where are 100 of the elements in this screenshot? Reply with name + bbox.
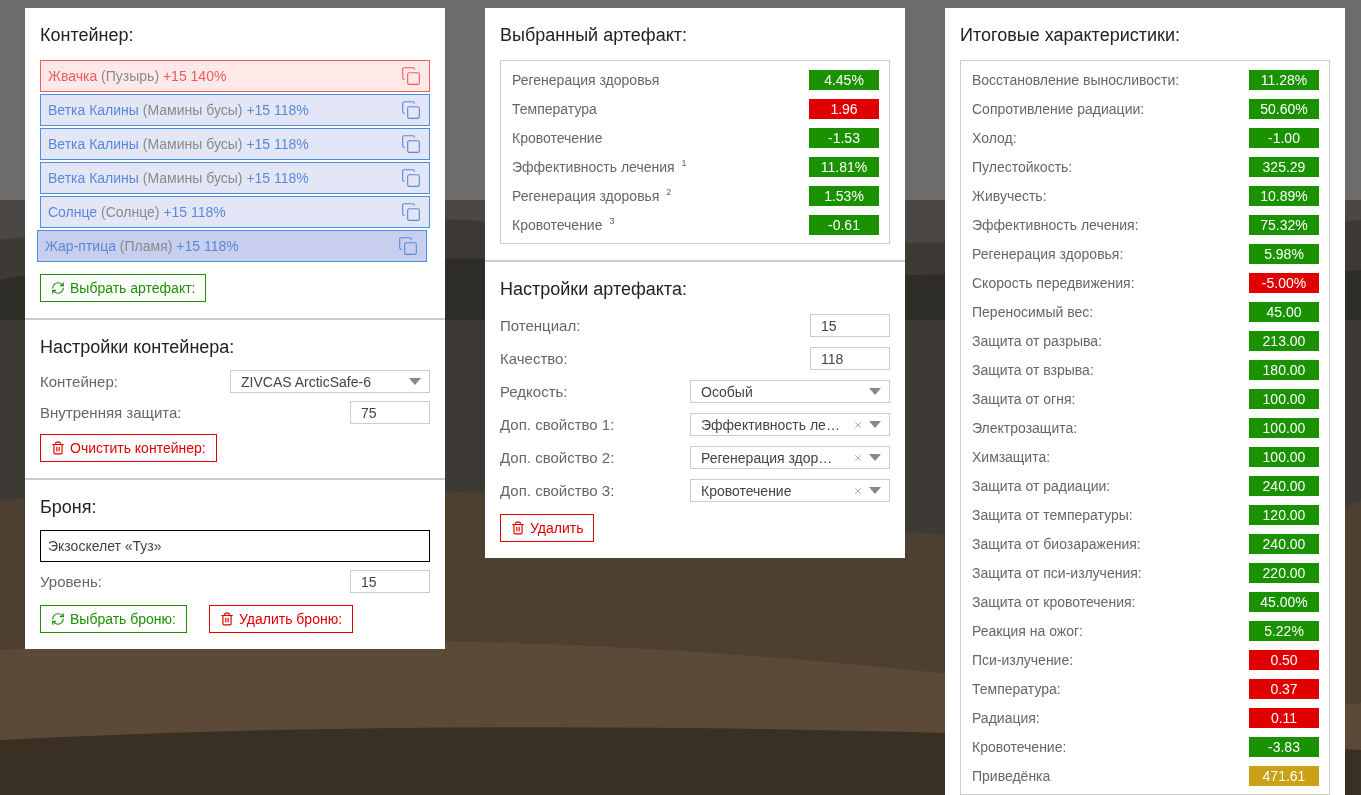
stat-label: Реакция на ожог: [972,622,1083,639]
stat-label: Холод: [972,129,1017,146]
stat-value: 0.50 [1249,649,1319,670]
stat-value: 100.00 [1249,417,1319,438]
artifact-item[interactable]: Ветка Калины (Мамины бусы) +15 118% [40,94,430,126]
stat-value: 75.32% [1249,214,1319,235]
artifact-item[interactable]: Жвачка (Пузырь) +15 140% [40,60,430,92]
stat-label: Скорость передвижения: [972,274,1135,291]
copy-icon[interactable] [398,236,418,256]
copy-icon[interactable] [401,100,421,120]
stat-value: 0.37 [1249,678,1319,699]
copy-icon[interactable] [401,66,421,86]
field-label: Доп. свойство 3: [500,482,615,499]
stat-label: Электрозащита: [972,419,1078,436]
copy-icon[interactable] [401,202,421,222]
number-field[interactable]: 15 [350,570,430,593]
field-label: Потенциал: [500,317,581,334]
stat-label: Защита от кровотечения: [972,593,1136,610]
select-field[interactable]: Кровотечение [690,479,890,502]
field-label: Редкость: [500,383,568,400]
artifact-item[interactable]: Ветка Калины (Мамины бусы) +15 118% [40,128,430,160]
copy-icon[interactable] [401,168,421,188]
number-field[interactable]: 15 [810,314,890,337]
stat-label: Живучесть: [972,187,1047,204]
stat-value: -3.83 [1249,736,1319,757]
stat-label: Регенерация здоровья [512,71,660,88]
stat-label: Кровотечение: [972,738,1067,755]
field-label: Уровень: [40,573,102,590]
artifact-name: Ветка Калины (Мамины бусы) +15 118% [48,102,309,118]
stat-value: 4.45% [809,69,879,90]
number-field[interactable]: 118 [810,347,890,370]
field-label: Контейнер: [40,373,118,390]
stat-label: Регенерация здоровья: [972,245,1124,262]
stat-value: 240.00 [1249,533,1319,554]
stat-label: Температура [512,100,597,117]
delete-armor-button[interactable]: Удалить броню: [209,605,354,633]
stat-label: Кровотечение [512,129,603,146]
stat-value: -0.61 [809,214,879,235]
stat-value: 120.00 [1249,504,1319,525]
caret-icon [409,378,421,385]
section-title: Выбранный артефакт: [500,25,688,46]
stat-label: Пулестойкость: [972,158,1073,175]
stat-label: Эффективность лечения: [972,216,1139,233]
stat-value: 50.60% [1249,98,1319,119]
stat-label: Восстановление выносливости: [972,71,1180,88]
stat-label: Защита от пси-излучения: [972,564,1142,581]
stat-label: Переносимый вес: [972,303,1094,320]
stat-label: Регенерация здоровья $^{2}$ [512,187,672,204]
stat-value: -5.00% [1249,272,1319,293]
stat-label: Химзащита: [972,448,1051,465]
stat-label: Защита от взрыва: [972,361,1094,378]
field-label: Доп. свойство 2: [500,449,615,466]
stat-label: Защита от радиации: [972,477,1111,494]
stat-value: 220.00 [1249,562,1319,583]
caret-icon [869,454,881,461]
stat-value: 0.11 [1249,707,1319,728]
stat-label: Пси-излучение: [972,651,1074,668]
field-label: Качество: [500,350,568,367]
select-armor-button[interactable]: Выбрать броню: [40,605,187,633]
stat-label: Приведёнка [972,767,1051,784]
select-field[interactable]: Регенерация здор… [690,446,890,469]
field-label: Доп. свойство 1: [500,416,615,433]
refresh-icon [51,281,65,295]
stat-value: 5.22% [1249,620,1319,641]
stat-label: Защита от температуры: [972,506,1133,523]
stat-value: 1.53% [809,185,879,206]
clear-container-button[interactable]: Очистить контейнер: [40,434,217,462]
clear-icon[interactable] [853,485,863,496]
artifact-name: Ветка Калины (Мамины бусы) +15 118% [48,136,309,152]
caret-icon [869,487,881,494]
select-artifact-button[interactable]: Выбрать артефакт: [40,274,207,302]
delete-button[interactable]: Удалить [500,514,595,542]
clear-icon[interactable] [853,419,863,430]
stat-value: 1.96 [809,98,879,119]
stat-value: -1.53 [809,127,879,148]
artifact-item[interactable]: Ветка Калины (Мамины бусы) +15 118% [40,162,430,194]
number-field[interactable]: 75 [350,401,430,424]
stat-value: -1.00 [1249,127,1319,148]
section-title: Контейнер: [40,25,135,46]
select-field[interactable]: Особый [690,380,890,403]
section-title: Настройки артефакта: [500,279,688,300]
section-title: Броня: [40,497,98,518]
stat-label: Сопротивление радиации: [972,100,1145,117]
select-field[interactable]: ZIVCAS ArcticSafe-6 [230,370,430,393]
artifact-item[interactable]: Солнце (Солнце) +15 118% [40,196,430,228]
caret-icon [869,388,881,395]
clear-icon[interactable] [853,452,863,463]
copy-icon[interactable] [401,134,421,154]
stat-value: 5.98% [1249,243,1319,264]
stat-value: 240.00 [1249,475,1319,496]
stat-label: Защита от огня: [972,390,1076,407]
stat-value: 180.00 [1249,359,1319,380]
stat-value: 11.81% [809,156,879,177]
select-field[interactable]: Эффективность ле… [690,413,890,436]
section-title: Итоговые характеристики: [960,25,1181,46]
stat-value: 471.61 [1249,765,1319,786]
stat-value: 11.28% [1249,69,1319,90]
stat-label: Кровотечение $^{3}$ [512,216,615,233]
artifact-name: Жар-птица (Пламя) +15 118% [45,238,239,254]
armor-field[interactable]: Экзоскелет «Туз» [40,530,430,562]
